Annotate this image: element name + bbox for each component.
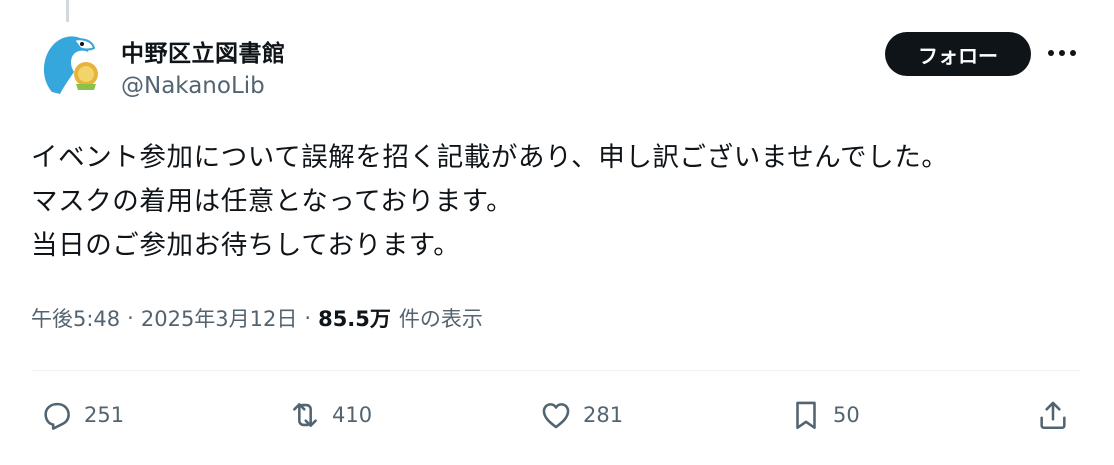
reply-icon [44, 402, 70, 430]
bookmark-icon [796, 401, 816, 430]
reply-button[interactable]: 251 [40, 394, 124, 436]
repost-count: 410 [332, 403, 373, 427]
meta-separator: · [127, 306, 134, 330]
account-handle[interactable]: @NakanoLib [121, 73, 265, 99]
like-count: 281 [583, 403, 624, 427]
share-icon [1040, 401, 1066, 430]
view-count-label: 件の表示 [398, 307, 483, 331]
repost-icon [293, 403, 317, 427]
follow-button[interactable]: フォロー [885, 32, 1031, 76]
avatar-image [30, 28, 104, 102]
post-time[interactable]: 午後5:48 [31, 303, 120, 333]
meta-separator: · [304, 306, 312, 330]
display-name[interactable]: 中野区立図書館 [121, 34, 286, 68]
tweet-line: イベント参加について誤解を招く記載があり、申し訳ございませんでした。 [31, 142, 949, 173]
tweet-line: 当日のご参加お待ちしております。 [31, 230, 461, 261]
like-icon [542, 403, 570, 429]
tweet-line: マスクの着用は任意となっております。 [31, 186, 514, 217]
divider [31, 370, 1081, 371]
bookmark-count: 50 [833, 403, 860, 427]
like-button[interactable]: 281 [539, 394, 623, 436]
tweet-text: イベント参加について誤解を招く記載があり、申し訳ございませんでした。 マスクの着… [31, 136, 1081, 268]
bookmark-button[interactable]: 50 [789, 394, 860, 436]
avatar[interactable] [30, 28, 104, 102]
share-button[interactable] [1036, 394, 1070, 436]
reply-count: 251 [84, 403, 125, 427]
thread-connector-line [66, 0, 69, 22]
more-options-button[interactable] [1045, 38, 1079, 68]
post-date[interactable]: 2025年3月12日 [141, 303, 298, 333]
view-count[interactable]: 85.5万 [318, 303, 391, 333]
tweet-metadata: 午後5:48 · 2025年3月12日 · 85.5万 件の表示 [31, 303, 483, 333]
repost-button[interactable]: 410 [288, 394, 372, 436]
more-icon [1048, 50, 1076, 56]
